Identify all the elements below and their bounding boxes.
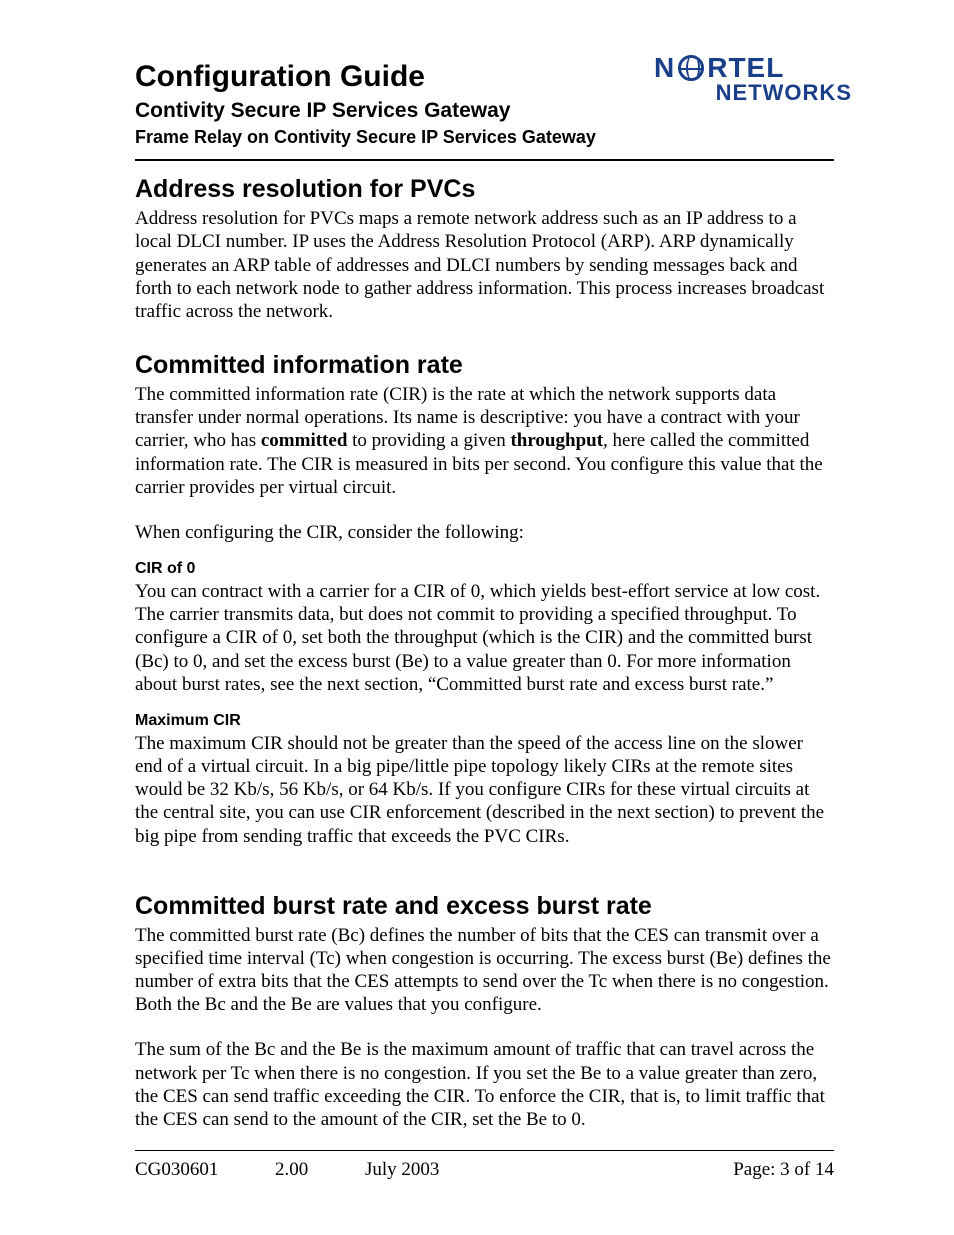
body-paragraph: Address resolution for PVCs maps a remot… [135, 207, 834, 323]
section-heading-cir: Committed information rate [135, 351, 834, 380]
body-paragraph: The committed information rate (CIR) is … [135, 383, 834, 499]
bold-text: committed [261, 430, 348, 451]
text-fragment: to providing a given [347, 430, 510, 451]
footer-version: 2.00 [275, 1159, 365, 1181]
section-heading-address-resolution: Address resolution for PVCs [135, 175, 834, 204]
globe-icon [678, 55, 704, 81]
bold-text: throughput [510, 430, 603, 451]
logo-line-2: NETWORKS [654, 80, 854, 106]
page-header: N RTEL NETWORKS Configuration Guide Cont… [135, 60, 834, 161]
logo-line-1: N RTEL [654, 54, 854, 82]
doc-subtitle-2: Frame Relay on Contivity Secure IP Servi… [135, 126, 834, 149]
logo-text-pre: N [654, 54, 675, 82]
section-heading-burst-rate: Committed burst rate and excess burst ra… [135, 892, 834, 921]
subsection-heading-max-cir: Maximum CIR [135, 712, 834, 730]
body-paragraph: The maximum CIR should not be greater th… [135, 732, 834, 848]
logo-text-post: RTEL [707, 54, 784, 82]
body-paragraph: The committed burst rate (Bc) defines th… [135, 924, 834, 1017]
body-paragraph: You can contract with a carrier for a CI… [135, 580, 834, 696]
footer-page-number: Page: 3 of 14 [733, 1159, 834, 1181]
body-paragraph: When configuring the CIR, consider the f… [135, 521, 834, 544]
page-footer: CG030601 2.00 July 2003 Page: 3 of 14 [135, 1150, 834, 1181]
footer-date: July 2003 [365, 1159, 439, 1181]
nortel-logo: N RTEL NETWORKS [654, 54, 854, 114]
body-paragraph: The sum of the Bc and the Be is the maxi… [135, 1038, 834, 1131]
footer-doc-id: CG030601 [135, 1159, 275, 1181]
document-page: N RTEL NETWORKS Configuration Guide Cont… [0, 0, 954, 1131]
subsection-heading-cir-zero: CIR of 0 [135, 560, 834, 578]
